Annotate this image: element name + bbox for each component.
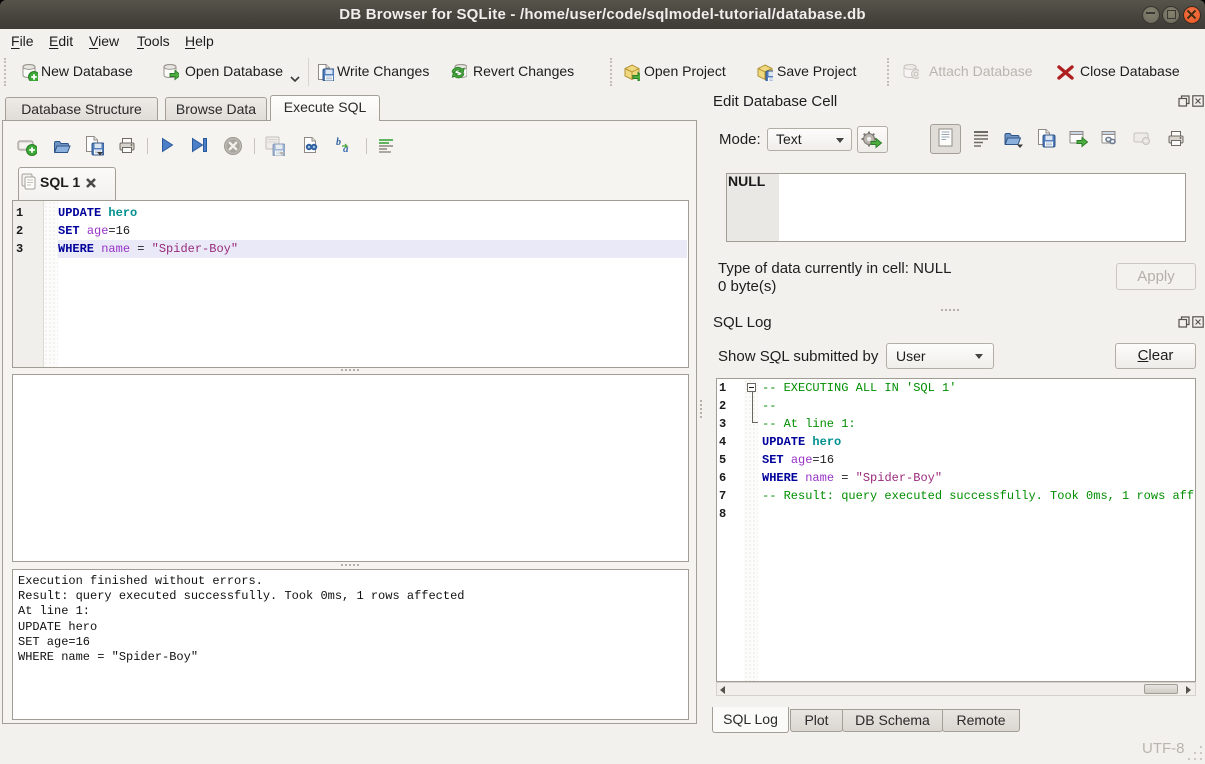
svg-text:b: b (336, 137, 341, 148)
